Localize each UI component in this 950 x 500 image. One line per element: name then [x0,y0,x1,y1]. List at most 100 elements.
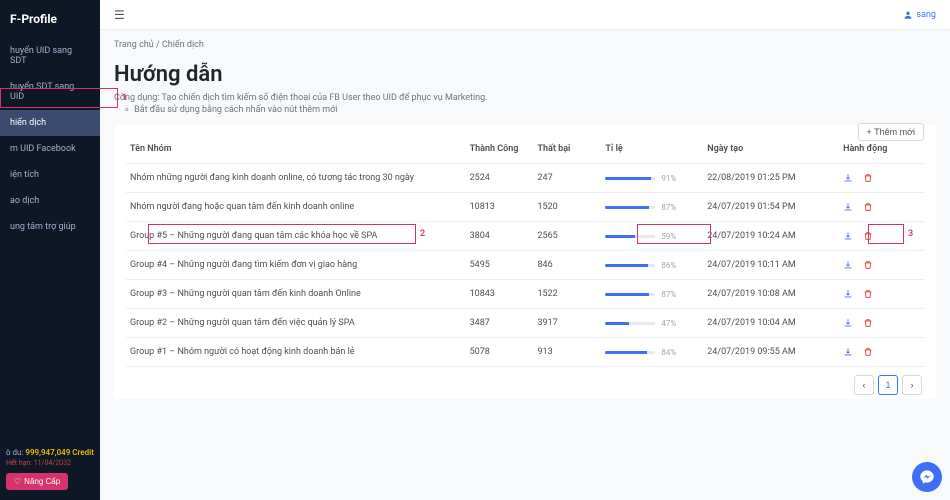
trash-icon[interactable] [863,260,873,270]
sidebar-footer: ò du: 999,947,049 Credit Hết hạn: 11/04/… [0,448,100,490]
cell-fail: 1520 [533,193,601,222]
annotation-label-2: 2 [420,229,425,239]
cell-name: Nhóm người đang hoặc quan tâm đến kinh d… [126,193,466,222]
trash-icon[interactable] [863,347,873,357]
chat-fab[interactable] [912,462,942,492]
cell-name: Group #2 – Những người quan tâm đến việc… [126,309,466,338]
cell-rate: 87% [601,193,703,222]
pagination-prev[interactable]: ‹ [854,375,874,395]
cell-success: 3487 [466,309,534,338]
messenger-icon [919,469,935,485]
credit-expiry: Hết hạn: 11/04/2032 [6,459,94,467]
th-fail: Thất bại [533,135,601,164]
th-success: Thành Công [466,135,534,164]
download-icon[interactable] [843,318,853,328]
trash-icon[interactable] [863,289,873,299]
download-icon[interactable] [843,202,853,212]
sidebar-item-4[interactable]: iện tích [0,162,100,188]
user-menu[interactable]: sang [903,10,936,20]
sidebar-item-1[interactable]: huyển SDT sang UID [0,74,100,110]
credit-balance: ò du: 999,947,049 Credit [6,448,94,457]
cell-fail: 1522 [533,280,601,309]
cell-success: 10843 [466,280,534,309]
cell-actions [839,309,924,338]
cell-rate: 59% [601,222,703,251]
cell-actions [839,251,924,280]
main-area: ☰ sang Trang chủ / Chiến dịch Hướng dẫn … [100,0,950,500]
pagination: ‹ 1 › [126,375,924,395]
sidebar-item-2[interactable]: hiến dịch [0,110,100,136]
annotation-label-1: 1 [122,93,127,103]
cell-success: 5495 [466,251,534,280]
heart-icon: ♡ [14,477,21,486]
sidebar-item-0[interactable]: huyển UID sang SDT [0,38,100,74]
cell-fail: 247 [533,164,601,193]
pagination-page-1[interactable]: 1 [878,375,898,395]
cell-success: 3804 [466,222,534,251]
table-row: Group #4 – Những người đang tìm kiếm đơn… [126,251,924,280]
download-icon[interactable] [843,260,853,270]
cell-actions [839,280,924,309]
trash-icon[interactable] [863,231,873,241]
brand-logo: F-Profile [0,0,100,38]
sidebar-nav: huyển UID sang SDThuyển SDT sang UIDhiến… [0,38,100,240]
cell-success: 5078 [466,338,534,367]
campaign-table: Tên Nhóm Thành Công Thất bại Tỉ lệ Ngày … [126,135,924,367]
cell-date: 24/07/2019 10:11 AM [703,251,839,280]
download-icon[interactable] [843,231,853,241]
menu-toggle-icon[interactable]: ☰ [114,8,125,22]
table-row: Nhóm người đang hoặc quan tâm đến kinh d… [126,193,924,222]
sidebar-item-6[interactable]: ung tâm trợ giúp [0,214,100,240]
cell-rate: 84% [601,338,703,367]
cell-date: 24/07/2019 10:04 AM [703,309,839,338]
cell-fail: 846 [533,251,601,280]
cell-name: Nhóm những người đang kinh doanh online,… [126,164,466,193]
cell-actions [839,164,924,193]
trash-icon[interactable] [863,173,873,183]
cell-name: Group #5 – Những người đang quan tâm các… [126,222,466,251]
cell-date: 22/08/2019 01:25 PM [703,164,839,193]
cell-name: Group #3 – Những người quan tâm đến kinh… [126,280,466,309]
cell-name: Group #1 – Nhóm người có hoạt động kinh … [126,338,466,367]
trash-icon[interactable] [863,318,873,328]
cell-rate: 87% [601,280,703,309]
table-row: Group #3 – Những người quan tâm đến kinh… [126,280,924,309]
th-rate: Tỉ lệ [601,135,703,164]
table-row: Group #1 – Nhóm người có hoạt động kinh … [126,338,924,367]
cell-date: 24/07/2019 01:54 PM [703,193,839,222]
topbar: ☰ sang [100,0,950,30]
content: Trang chủ / Chiến dịch Hướng dẫn Công dụ… [100,30,950,399]
th-name: Tên Nhóm [126,135,466,164]
cell-success: 2524 [466,164,534,193]
pagination-next[interactable]: › [902,375,922,395]
user-icon [903,10,913,20]
breadcrumb-current: Chiến dịch [162,40,204,50]
add-new-button[interactable]: + Thêm mới [858,123,925,141]
download-icon[interactable] [843,289,853,299]
table-row: Group #2 – Những người quan tâm đến việc… [126,309,924,338]
campaign-card: + Thêm mới Tên Nhóm Thành Công Thất bại … [114,125,936,399]
breadcrumb-home[interactable]: Trang chủ [114,40,154,50]
cell-rate: 91% [601,164,703,193]
cell-fail: 913 [533,338,601,367]
breadcrumb: Trang chủ / Chiến dịch [114,30,936,60]
cell-date: 24/07/2019 10:08 AM [703,280,839,309]
download-icon[interactable] [843,173,853,183]
upgrade-button[interactable]: ♡ Nâng Cấp [6,473,68,490]
trash-icon[interactable] [863,202,873,212]
cell-date: 24/07/2019 09:55 AM [703,338,839,367]
cell-fail: 2565 [533,222,601,251]
cell-rate: 47% [601,309,703,338]
table-row: Nhóm những người đang kinh doanh online,… [126,164,924,193]
sidebar-item-5[interactable]: ao dịch [0,188,100,214]
cell-actions [839,193,924,222]
sidebar-item-3[interactable]: m UID Facebook [0,136,100,162]
table-row: Group #5 – Những người đang quan tâm các… [126,222,924,251]
cell-success: 10813 [466,193,534,222]
download-icon[interactable] [843,347,853,357]
page-title: Hướng dẫn [114,62,936,87]
cell-rate: 86% [601,251,703,280]
annotation-label-3: 3 [908,229,913,239]
page-description: Công dụng: Tạo chiến dịch tìm kiếm số đi… [114,93,936,115]
sidebar: F-Profile huyển UID sang SDThuyển SDT sa… [0,0,100,500]
